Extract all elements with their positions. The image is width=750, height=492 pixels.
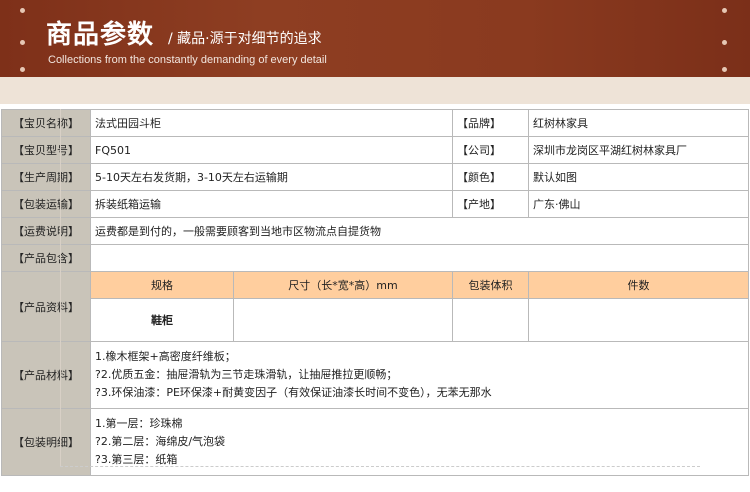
header-strip [0, 77, 750, 104]
label-includes: 【产品包含】 [1, 244, 91, 272]
value-freight: 运费都是到付的，一般需要顾客到当地市区物流点自提货物 [90, 217, 749, 245]
label-data: 【产品资料】 [1, 271, 91, 342]
data-header-volume: 包装体积 [452, 271, 529, 299]
value-cycle: 5-10天左右发货期，3-10天左右运输期 [90, 163, 453, 191]
label-origin: 【产地】 [452, 190, 529, 218]
data-header-spec: 规格 [90, 271, 234, 299]
table-row: 【产品资料】 规格 尺寸（长*宽*高）mm 包装体积 件数 [1, 271, 749, 342]
label-model: 【宝贝型号】 [1, 136, 91, 164]
label-name: 【宝贝名称】 [1, 109, 91, 137]
data-header-size: 尺寸（长*宽*高）mm [233, 271, 453, 299]
label-company: 【公司】 [452, 136, 529, 164]
value-name: 法式田园斗柜 [90, 109, 453, 137]
data-value-volume [452, 298, 529, 342]
page-title: 商品参数 [46, 20, 155, 50]
pack-line: 1.第一层：珍珠棉 [95, 417, 183, 430]
label-cycle: 【生产周期】 [1, 163, 91, 191]
pack-line: ?2.第二层：海绵皮/气泡袋 [95, 435, 226, 448]
value-pack-ship: 拆装纸箱运输 [90, 190, 453, 218]
table-row: 【宝贝型号】 FQ501 【公司】 深圳市龙岗区平湖红树林家具厂 [1, 136, 749, 164]
data-value-count [528, 298, 749, 342]
table-row: 【生产周期】 5-10天左右发货期，3-10天左右运输期 【颜色】 默认如图 [1, 163, 749, 191]
label-material: 【产品材料】 [1, 341, 91, 409]
data-value-spec: 鞋柜 [90, 298, 234, 342]
table-row: 【产品材料】 1.橡木框架+高密度纤维板； ?2.优质五金：抽屉滑轨为三节走珠滑… [1, 341, 749, 409]
data-value-size [233, 298, 453, 342]
table-row: 【运费说明】 运费都是到付的，一般需要顾客到当地市区物流点自提货物 [1, 217, 749, 245]
label-freight: 【运费说明】 [1, 217, 91, 245]
english-tagline: Collections from the constantly demandin… [48, 54, 327, 66]
page-subtitle: / 藏品·源于对细节的追求 [168, 31, 322, 47]
table-row: 【宝贝名称】 法式田园斗柜 【品牌】 红树林家具 [1, 109, 749, 137]
label-pack-ship: 【包装运输】 [1, 190, 91, 218]
left-guide-line [60, 109, 61, 467]
value-model: FQ501 [90, 136, 453, 164]
label-color: 【颜色】 [452, 163, 529, 191]
material-line: 1.橡木框架+高密度纤维板； [95, 350, 236, 363]
table-row: 【包装运输】 拆装纸箱运输 【产地】 广东·佛山 [1, 190, 749, 218]
spec-table: 【宝贝名称】 法式田园斗柜 【品牌】 红树林家具 【宝贝型号】 FQ501 【公… [1, 109, 749, 476]
header-banner: 商品参数 / 藏品·源于对细节的追求 Collections from the … [0, 0, 750, 77]
label-brand: 【品牌】 [452, 109, 529, 137]
table-row: 鞋柜 [2, 298, 749, 342]
data-header-count: 件数 [528, 271, 749, 299]
material-line: ?2.优质五金：抽屉滑轨为三节走珠滑轨，让抽屉推拉更顺畅； [95, 368, 398, 381]
value-company: 深圳市龙岗区平湖红树林家具厂 [528, 136, 749, 164]
value-includes [90, 244, 749, 272]
value-color: 默认如图 [528, 163, 749, 191]
material-line: ?3.环保油漆：PE环保漆+耐黄变因子（有效保证油漆长时间不变色），无苯无那水 [95, 386, 492, 399]
value-material: 1.橡木框架+高密度纤维板； ?2.优质五金：抽屉滑轨为三节走珠滑轨，让抽屉推拉… [90, 341, 749, 409]
value-brand: 红树林家具 [528, 109, 749, 137]
table-row: 【产品包含】 [1, 244, 749, 272]
bottom-dashed-line [60, 466, 700, 467]
value-origin: 广东·佛山 [528, 190, 749, 218]
